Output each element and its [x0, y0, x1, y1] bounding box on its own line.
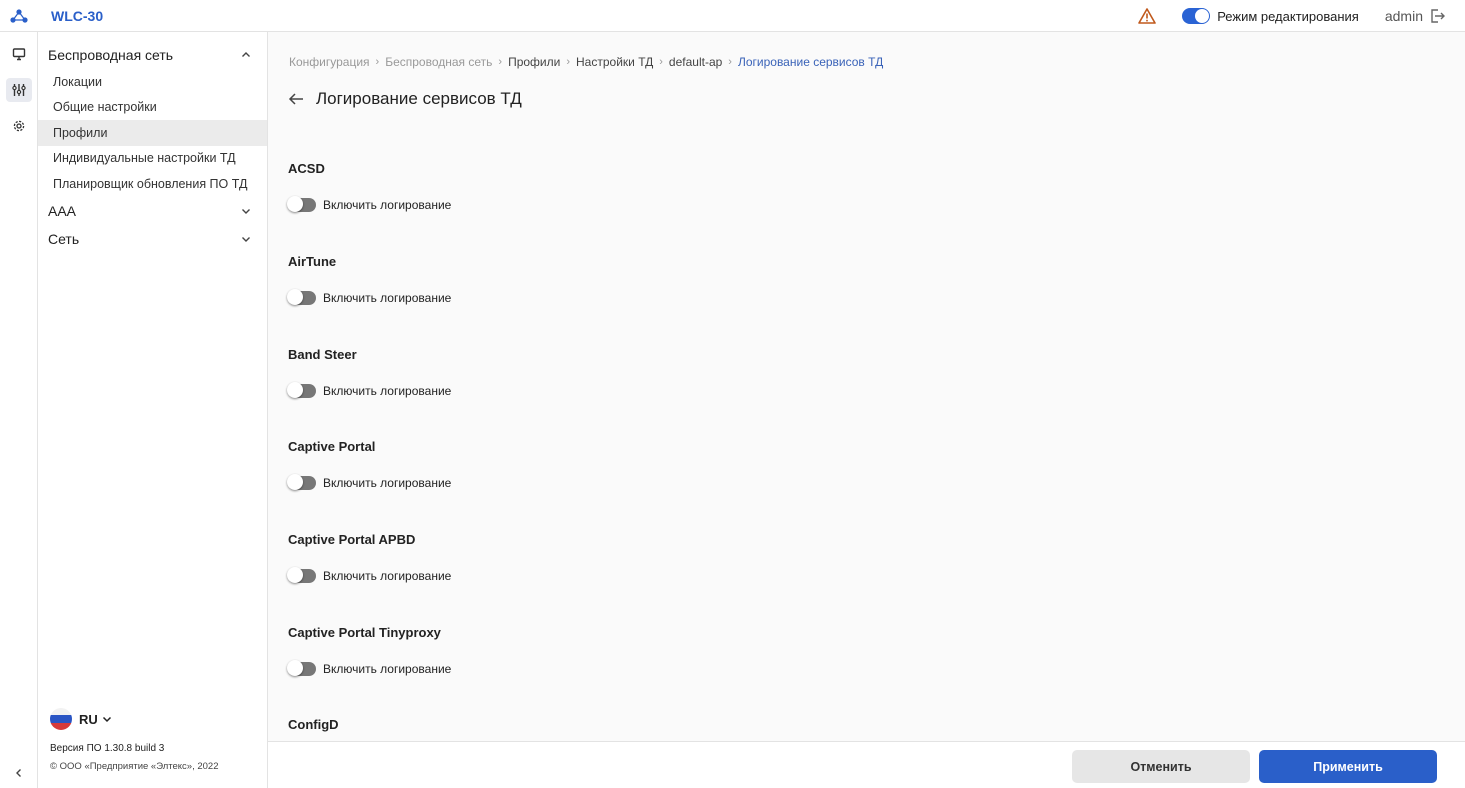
- logging-toggle[interactable]: [287, 196, 316, 212]
- top-bar: WLC-30 Режим редактирования admin: [0, 0, 1465, 32]
- logging-toggle-label[interactable]: Включить логирование: [323, 198, 451, 212]
- breadcrumb-item[interactable]: Беспроводная сеть: [385, 55, 492, 69]
- section-title: ACSD: [288, 161, 325, 176]
- collapse-sidebar-chevron-left-icon[interactable]: [0, 764, 38, 782]
- sidebar-item-label: Общие настройки: [53, 100, 157, 115]
- sidebar-group-label: Беспроводная сеть: [48, 47, 174, 63]
- chevron-down-icon: [102, 716, 111, 723]
- section-title: Captive Portal Tinyproxy: [288, 625, 441, 640]
- logging-toggle-label[interactable]: Включить логирование: [323, 662, 451, 676]
- logging-toggle-label[interactable]: Включить логирование: [323, 384, 451, 398]
- logout-icon[interactable]: [1429, 8, 1445, 24]
- logging-toggle[interactable]: [287, 567, 316, 583]
- section-band-steer: Band Steer Включить логирование: [287, 347, 451, 398]
- sidebar-item-profiles[interactable]: Профили: [38, 120, 267, 146]
- breadcrumb-separator-icon: ›: [728, 56, 732, 68]
- sidebar-item-firmware-scheduler[interactable]: Планировщик обновления ПО ТД: [38, 171, 267, 197]
- section-captive-portal-apbd: Captive Portal APBD Включить логирование: [287, 532, 451, 583]
- apply-button[interactable]: Применить: [1259, 750, 1437, 783]
- breadcrumb-separator-icon: ›: [566, 56, 571, 68]
- edit-mode-toggle[interactable]: [1182, 8, 1211, 24]
- chevron-down-icon: [242, 236, 250, 242]
- logging-toggle[interactable]: [287, 289, 316, 305]
- chevron-up-icon: [242, 52, 250, 57]
- section-captive-portal: Captive Portal Включить логирование: [287, 439, 451, 490]
- language-code: RU: [79, 711, 98, 727]
- section-title: ConfigD: [288, 717, 339, 732]
- section-title: Band Steer: [288, 347, 357, 362]
- sidebar-group-label: AAA: [48, 202, 77, 219]
- sidebar-item-label: Индивидуальные настройки ТД: [53, 151, 236, 166]
- logging-toggle-row[interactable]: Включить логирование: [287, 382, 451, 398]
- monitoring-icon[interactable]: [0, 40, 38, 68]
- section-airtune: AirTune Включить логирование: [287, 254, 451, 305]
- logging-toggle-label[interactable]: Включить логирование: [323, 569, 451, 583]
- logging-toggle[interactable]: [287, 660, 316, 676]
- breadcrumb-item[interactable]: Профили: [508, 55, 560, 69]
- main-content: Конфигурация › Беспроводная сеть › Профи…: [268, 32, 1465, 741]
- breadcrumb: Конфигурация › Беспроводная сеть › Профи…: [289, 55, 883, 69]
- section-configd: ConfigD: [288, 717, 339, 732]
- sidebar-item-label: Планировщик обновления ПО ТД: [53, 176, 248, 191]
- section-captive-portal-tinyproxy: Captive Portal Tinyproxy Включить логиро…: [287, 625, 451, 676]
- logging-toggle-row[interactable]: Включить логирование: [287, 196, 451, 212]
- sidebar-item-individual-ap-settings[interactable]: Индивидуальные настройки ТД: [38, 146, 267, 172]
- chevron-down-icon: [242, 208, 250, 214]
- app-logo-icon[interactable]: [0, 0, 38, 32]
- action-footer: Отменить Применить: [268, 741, 1465, 788]
- russia-flag-icon: [50, 708, 72, 730]
- section-title: Captive Portal: [288, 439, 376, 454]
- page-title: Логирование сервисов ТД: [316, 89, 522, 108]
- breadcrumb-separator-icon: ›: [498, 56, 503, 68]
- configuration-icon[interactable]: [0, 76, 38, 104]
- logging-toggle-label[interactable]: Включить логирование: [323, 291, 451, 305]
- icon-rail: [0, 32, 38, 788]
- breadcrumb-current: Логирование сервисов ТД: [737, 55, 884, 69]
- settings-gear-icon[interactable]: [0, 112, 38, 140]
- sidebar-item-locations[interactable]: Локации: [38, 69, 267, 95]
- copyright: © ООО «Предприятие «Элтекс», 2022: [50, 761, 219, 772]
- language-selector[interactable]: RU: [50, 708, 112, 730]
- breadcrumb-item[interactable]: default-ap: [669, 55, 722, 69]
- sidebar-group-aaa[interactable]: AAA: [38, 197, 267, 225]
- sidebar-group-network[interactable]: Сеть: [38, 225, 267, 253]
- logging-toggle-row[interactable]: Включить логирование: [287, 289, 451, 305]
- breadcrumb-separator-icon: ›: [659, 56, 663, 68]
- back-arrow-icon[interactable]: [288, 91, 304, 107]
- sidebar-item-label: Локации: [53, 74, 102, 89]
- section-title: Captive Portal APBD: [288, 532, 416, 547]
- sidebar-item-general-settings[interactable]: Общие настройки: [38, 95, 267, 121]
- logging-toggle-label[interactable]: Включить логирование: [323, 476, 451, 490]
- page-header: Логирование сервисов ТД: [288, 89, 522, 109]
- sidebar: Беспроводная сеть Локации Общие настройк…: [38, 32, 268, 788]
- sidebar-group-wireless[interactable]: Беспроводная сеть: [38, 41, 267, 69]
- user-name[interactable]: admin: [1385, 8, 1423, 24]
- edit-mode-label: Режим редактирования: [1217, 8, 1359, 24]
- logging-toggle[interactable]: [287, 474, 316, 490]
- firmware-version: Версия ПО 1.30.8 build 3: [50, 743, 165, 754]
- logging-toggle[interactable]: [287, 382, 316, 398]
- logging-toggle-row[interactable]: Включить логирование: [287, 474, 451, 490]
- section-title: AirTune: [288, 254, 337, 269]
- logging-toggle-row[interactable]: Включить логирование: [287, 567, 451, 583]
- breadcrumb-item[interactable]: Настройки ТД: [576, 55, 653, 69]
- sidebar-item-label: Профили: [53, 125, 108, 140]
- breadcrumb-item[interactable]: Конфигурация: [289, 55, 370, 69]
- sidebar-group-label: Сеть: [48, 230, 80, 247]
- warning-icon[interactable]: [1138, 7, 1156, 25]
- section-acsd: ACSD Включить логирование: [287, 161, 451, 212]
- app-title[interactable]: WLC-30: [51, 8, 103, 24]
- cancel-button[interactable]: Отменить: [1072, 750, 1250, 783]
- breadcrumb-separator-icon: ›: [375, 56, 380, 68]
- logging-toggle-row[interactable]: Включить логирование: [287, 660, 451, 676]
